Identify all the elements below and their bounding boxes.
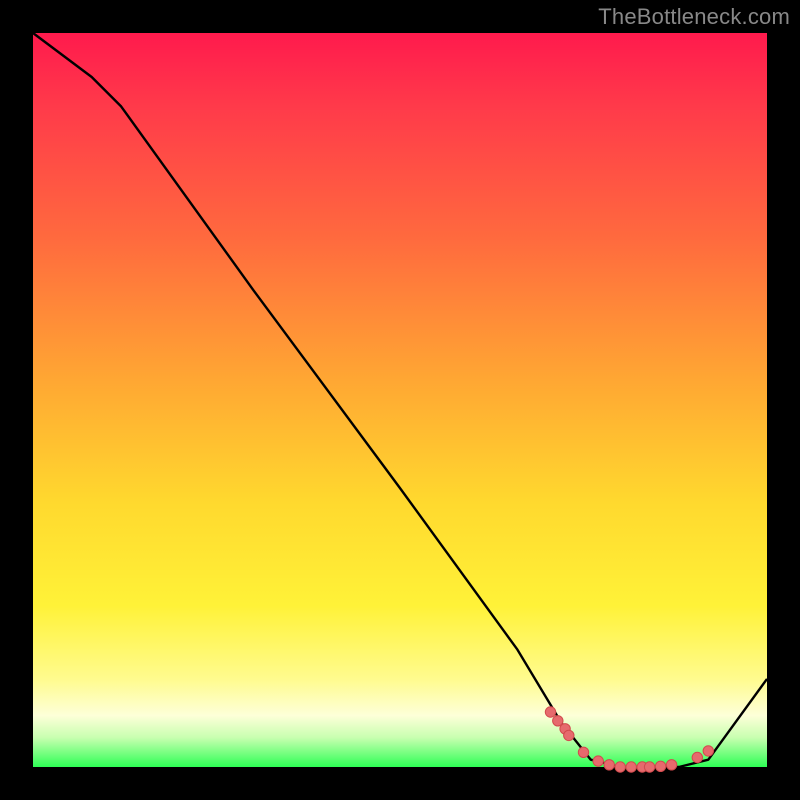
curve-marker (703, 746, 713, 756)
curve-marker (604, 760, 614, 770)
curve-marker (692, 752, 702, 762)
curve-marker (593, 756, 603, 766)
curve-marker (578, 747, 588, 757)
curve-marker (545, 707, 555, 717)
curve-marker (626, 762, 636, 772)
curve-marker (615, 762, 625, 772)
watermark-text: TheBottleneck.com (598, 4, 790, 30)
chart-frame: TheBottleneck.com (0, 0, 800, 800)
curve-marker (564, 730, 574, 740)
curve-marker (655, 761, 665, 771)
curve-marker (644, 762, 654, 772)
bottleneck-curve (33, 33, 767, 767)
curve-marker (666, 760, 676, 770)
curve-markers (545, 707, 713, 772)
chart-svg (33, 33, 767, 767)
